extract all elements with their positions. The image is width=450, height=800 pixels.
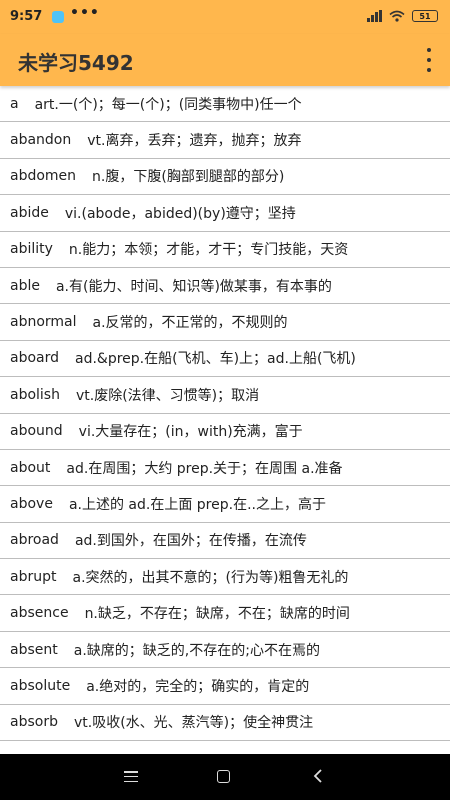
status-bar: 9:57 ••• 51 bbox=[0, 0, 450, 34]
word-definition: a.缺席的；缺乏的,不存在的;心不在焉的 bbox=[73, 642, 320, 659]
word-row[interactable]: abrupt a.突然的，出其不意的；(行为等)粗鲁无礼的 bbox=[0, 559, 450, 596]
word-definition: vt.离弃，丢弃；遗弃，抛弃；放弃 bbox=[87, 133, 302, 150]
page-title: 未学习5492 bbox=[18, 51, 134, 75]
status-time: 9:57 bbox=[10, 9, 43, 24]
word-text: abandon bbox=[10, 132, 72, 149]
word-definition: vt.吸收(水、光、蒸汽等)；使全神贯注 bbox=[73, 715, 314, 732]
word-row[interactable]: abroad ad.到国外，在国外；在传播，在流传 bbox=[0, 523, 450, 560]
word-text: abroad bbox=[10, 532, 59, 549]
more-vert-icon[interactable] bbox=[422, 48, 436, 72]
word-row[interactable]: absorb vt.吸收(水、光、蒸汽等)；使全神贯注 bbox=[0, 705, 450, 742]
navigation-bar bbox=[0, 754, 450, 800]
word-definition: vi.大量存在；(in，with)充满，富于 bbox=[78, 424, 303, 441]
menu-icon[interactable] bbox=[124, 771, 138, 782]
word-text: ability bbox=[10, 241, 53, 258]
word-text: about bbox=[10, 459, 51, 476]
word-list[interactable]: a art.一(个)；每一(个)；(同类事物中)任一个 abandon vt.离弃，丢… bbox=[0, 86, 450, 754]
word-row[interactable]: aboard ad.&prep.在船(飞机、车)上；ad.上船(飞机) bbox=[0, 341, 450, 378]
word-text: abide bbox=[10, 204, 49, 221]
word-definition: n.能力；本领；才能，才干；专门技能，天资 bbox=[68, 242, 349, 259]
wifi-icon bbox=[389, 10, 405, 22]
word-row[interactable]: about ad.在周围；大约 prep.关于；在周围 a.准备 bbox=[0, 450, 450, 487]
word-definition: a.突然的，出其不意的；(行为等)粗鲁无礼的 bbox=[72, 569, 349, 586]
word-row[interactable]: absolute a.绝对的，完全的；确实的，肯定的 bbox=[0, 668, 450, 705]
notification-app-icon bbox=[52, 11, 64, 23]
word-text: abound bbox=[10, 423, 63, 440]
word-text: abrupt bbox=[10, 568, 57, 585]
word-text: able bbox=[10, 277, 40, 294]
word-definition: a.反常的，不正常的，不规则的 bbox=[92, 315, 288, 332]
more-notifications-icon: ••• bbox=[70, 5, 100, 21]
word-definition: n.腹，下腹(胸部到腿部的部分) bbox=[92, 169, 285, 186]
word-row[interactable]: abnormal a.反常的，不正常的，不规则的 bbox=[0, 304, 450, 341]
word-row[interactable]: ability n.能力；本领；才能，才干；专门技能，天资 bbox=[0, 232, 450, 268]
word-row[interactable]: absent a.缺席的；缺乏的,不存在的;心不在焉的 bbox=[0, 632, 450, 669]
word-row[interactable]: abolish vt.废除(法律、习惯等)；取消 bbox=[0, 377, 450, 414]
word-row[interactable]: absence n.缺乏，不存在；缺席，不在；缺席的时间 bbox=[0, 595, 450, 632]
word-text: above bbox=[10, 495, 53, 512]
word-text: abolish bbox=[10, 386, 60, 403]
word-row[interactable]: able a.有(能力、时间、知识等)做某事，有本事的 bbox=[0, 268, 450, 305]
app-bar: 未学习5492 bbox=[0, 34, 450, 86]
word-text: absence bbox=[10, 605, 69, 622]
home-icon[interactable] bbox=[217, 770, 230, 783]
word-text: absent bbox=[10, 641, 58, 658]
word-definition: ad.&prep.在船(飞机、车)上；ad.上船(飞机) bbox=[75, 351, 356, 368]
word-row[interactable]: abide vi.(abode，abided)(by)遵守；坚持 bbox=[0, 195, 450, 232]
signal-icon bbox=[367, 10, 382, 22]
word-row[interactable]: a art.一(个)；每一(个)；(同类事物中)任一个 bbox=[0, 86, 450, 123]
status-indicators: 51 bbox=[367, 10, 438, 22]
word-definition: a.有(能力、时间、知识等)做某事，有本事的 bbox=[55, 278, 332, 295]
word-row[interactable]: abdomen n.腹，下腹(胸部到腿部的部分) bbox=[0, 159, 450, 196]
word-text: abdomen bbox=[10, 168, 77, 185]
word-text: a bbox=[10, 95, 19, 112]
word-definition: art.一(个)；每一(个)；(同类事物中)任一个 bbox=[34, 96, 302, 113]
word-definition: n.缺乏，不存在；缺席，不在；缺席的时间 bbox=[84, 606, 350, 623]
word-text: aboard bbox=[10, 350, 60, 367]
word-text: abnormal bbox=[10, 314, 77, 331]
word-definition: ad.在周围；大约 prep.关于；在周围 a.准备 bbox=[66, 460, 343, 477]
word-row[interactable]: abound vi.大量存在；(in，with)充满，富于 bbox=[0, 414, 450, 450]
word-row[interactable]: above a.上述的 ad.在上面 prep.在..之上，高于 bbox=[0, 486, 450, 523]
word-definition: a.绝对的，完全的；确实的，肯定的 bbox=[86, 678, 310, 695]
back-icon[interactable] bbox=[312, 768, 324, 784]
word-row[interactable]: abandon vt.离弃，丢弃；遗弃，抛弃；放弃 bbox=[0, 122, 450, 159]
word-definition: vt.废除(法律、习惯等)；取消 bbox=[75, 387, 260, 404]
battery-icon: 51 bbox=[412, 10, 438, 22]
word-text: absorb bbox=[10, 714, 58, 731]
word-definition: a.上述的 ad.在上面 prep.在..之上，高于 bbox=[68, 496, 326, 513]
word-text: absolute bbox=[10, 677, 71, 694]
word-definition: vi.(abode，abided)(by)遵守；坚持 bbox=[64, 205, 296, 222]
word-definition: ad.到国外，在国外；在传播，在流传 bbox=[74, 533, 307, 550]
